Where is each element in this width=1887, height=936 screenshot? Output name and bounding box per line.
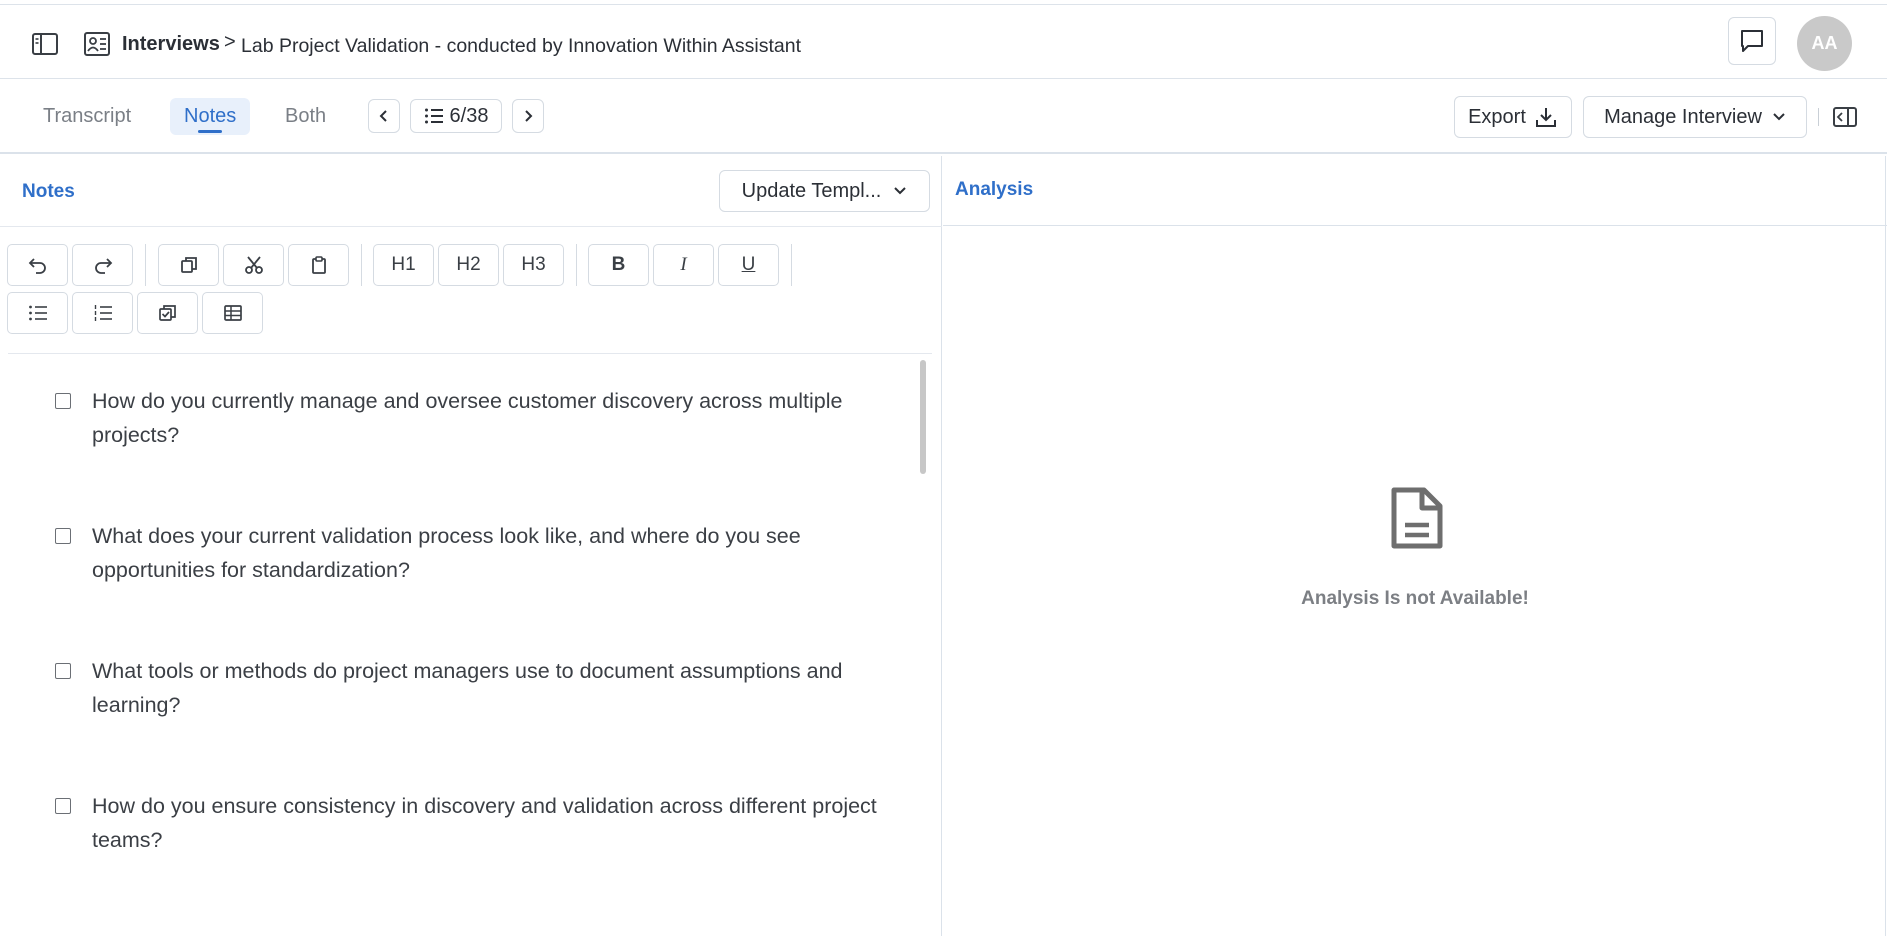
toolbar-divider (361, 244, 362, 286)
prev-interview-button[interactable] (368, 99, 400, 133)
italic-button[interactable]: I (653, 244, 714, 286)
notes-panel: Notes Update Templ... H1 H2 H3 B I U How… (0, 156, 942, 936)
chevron-down-icon (1773, 113, 1785, 121)
analysis-panel: Analysis Analysis Is not Available! (943, 156, 1887, 936)
document-icon (1386, 486, 1446, 550)
redo-button[interactable] (72, 244, 133, 286)
breadcrumb-separator: > (224, 31, 236, 53)
list-item: What tools or methods do project manager… (0, 654, 900, 724)
undo-button[interactable] (7, 244, 68, 286)
list-icon (424, 108, 443, 124)
chevron-down-icon (894, 187, 907, 195)
view-tabbar: Transcript Notes Both 6/38 Export Manage… (0, 79, 1887, 154)
list-item: What does your current validation proces… (0, 519, 900, 589)
analysis-empty-message: Analysis Is not Available! (1301, 588, 1529, 609)
table-button[interactable] (202, 292, 263, 334)
underline-button[interactable]: U (718, 244, 779, 286)
checklist-button[interactable] (137, 292, 198, 334)
question-text[interactable]: What tools or methods do project manager… (92, 654, 892, 722)
interviews-icon (82, 29, 112, 59)
chevron-left-icon (379, 110, 387, 122)
tab-notes[interactable]: Notes (170, 98, 251, 135)
page-title: Lab Project Validation - conducted by In… (241, 35, 802, 57)
question-checkbox[interactable] (55, 393, 71, 409)
redo-icon (94, 258, 112, 274)
heading-1-button[interactable]: H1 (373, 244, 434, 286)
divider (0, 226, 942, 227)
divider (8, 353, 932, 354)
heading-2-button[interactable]: H2 (438, 244, 499, 286)
notes-scrollbar[interactable] (920, 360, 926, 474)
notes-title: Notes (22, 181, 75, 202)
question-text[interactable]: How do you currently manage and oversee … (92, 384, 892, 452)
sidebar-toggle-icon[interactable] (30, 29, 60, 59)
clipboard-icon (311, 256, 326, 274)
checklist-icon (158, 305, 176, 321)
interview-pager[interactable]: 6/38 (410, 99, 502, 133)
list-item: How do you ensure consistency in discove… (0, 789, 900, 859)
next-interview-button[interactable] (512, 99, 544, 133)
breadcrumb-interviews[interactable]: Interviews (122, 33, 220, 56)
paste-button[interactable] (288, 244, 349, 286)
scissors-icon (244, 256, 263, 274)
divider (943, 225, 1887, 226)
cut-button[interactable] (223, 244, 284, 286)
bullet-list-button[interactable] (7, 292, 68, 334)
bold-button[interactable]: B (588, 244, 649, 286)
table-icon (223, 305, 242, 321)
comments-button[interactable] (1728, 17, 1776, 65)
analysis-title: Analysis (955, 179, 1034, 200)
export-label: Export (1468, 105, 1526, 128)
collapse-panel-icon[interactable] (1830, 102, 1860, 132)
avatar[interactable]: AA (1797, 16, 1852, 71)
toolbar-divider (145, 244, 146, 286)
download-icon (1535, 108, 1556, 127)
question-checkbox[interactable] (55, 798, 71, 814)
bullet-list-icon (28, 305, 47, 321)
export-button[interactable]: Export (1454, 96, 1572, 138)
app-header: Interviews > Lab Project Validation - co… (0, 5, 1887, 79)
divider (1885, 156, 1886, 936)
heading-3-button[interactable]: H3 (503, 244, 564, 286)
manage-interview-dropdown[interactable]: Manage Interview (1583, 96, 1807, 138)
update-template-label: Update Templ... (741, 179, 882, 202)
update-template-dropdown[interactable]: Update Templ... (719, 170, 930, 212)
toolbar-divider (791, 244, 792, 286)
copy-icon (180, 257, 197, 273)
tab-transcript[interactable]: Transcript (29, 98, 145, 135)
question-checkbox[interactable] (55, 528, 71, 544)
chevron-right-icon (525, 110, 533, 122)
copy-button[interactable] (158, 244, 219, 286)
tab-both[interactable]: Both (271, 98, 340, 135)
numbered-list-icon (94, 305, 112, 321)
question-checkbox[interactable] (55, 663, 71, 679)
question-text[interactable]: How do you ensure consistency in discove… (92, 789, 892, 857)
toolbar-divider (576, 244, 577, 286)
manage-interview-label: Manage Interview (1604, 105, 1762, 128)
list-item: How do you currently manage and oversee … (0, 384, 900, 454)
divider (1818, 108, 1819, 126)
undo-icon (28, 258, 46, 274)
question-text[interactable]: What does your current validation proces… (92, 519, 892, 587)
pager-count: 6/38 (449, 104, 489, 127)
chat-icon (1741, 30, 1763, 52)
numbered-list-button[interactable] (72, 292, 133, 334)
